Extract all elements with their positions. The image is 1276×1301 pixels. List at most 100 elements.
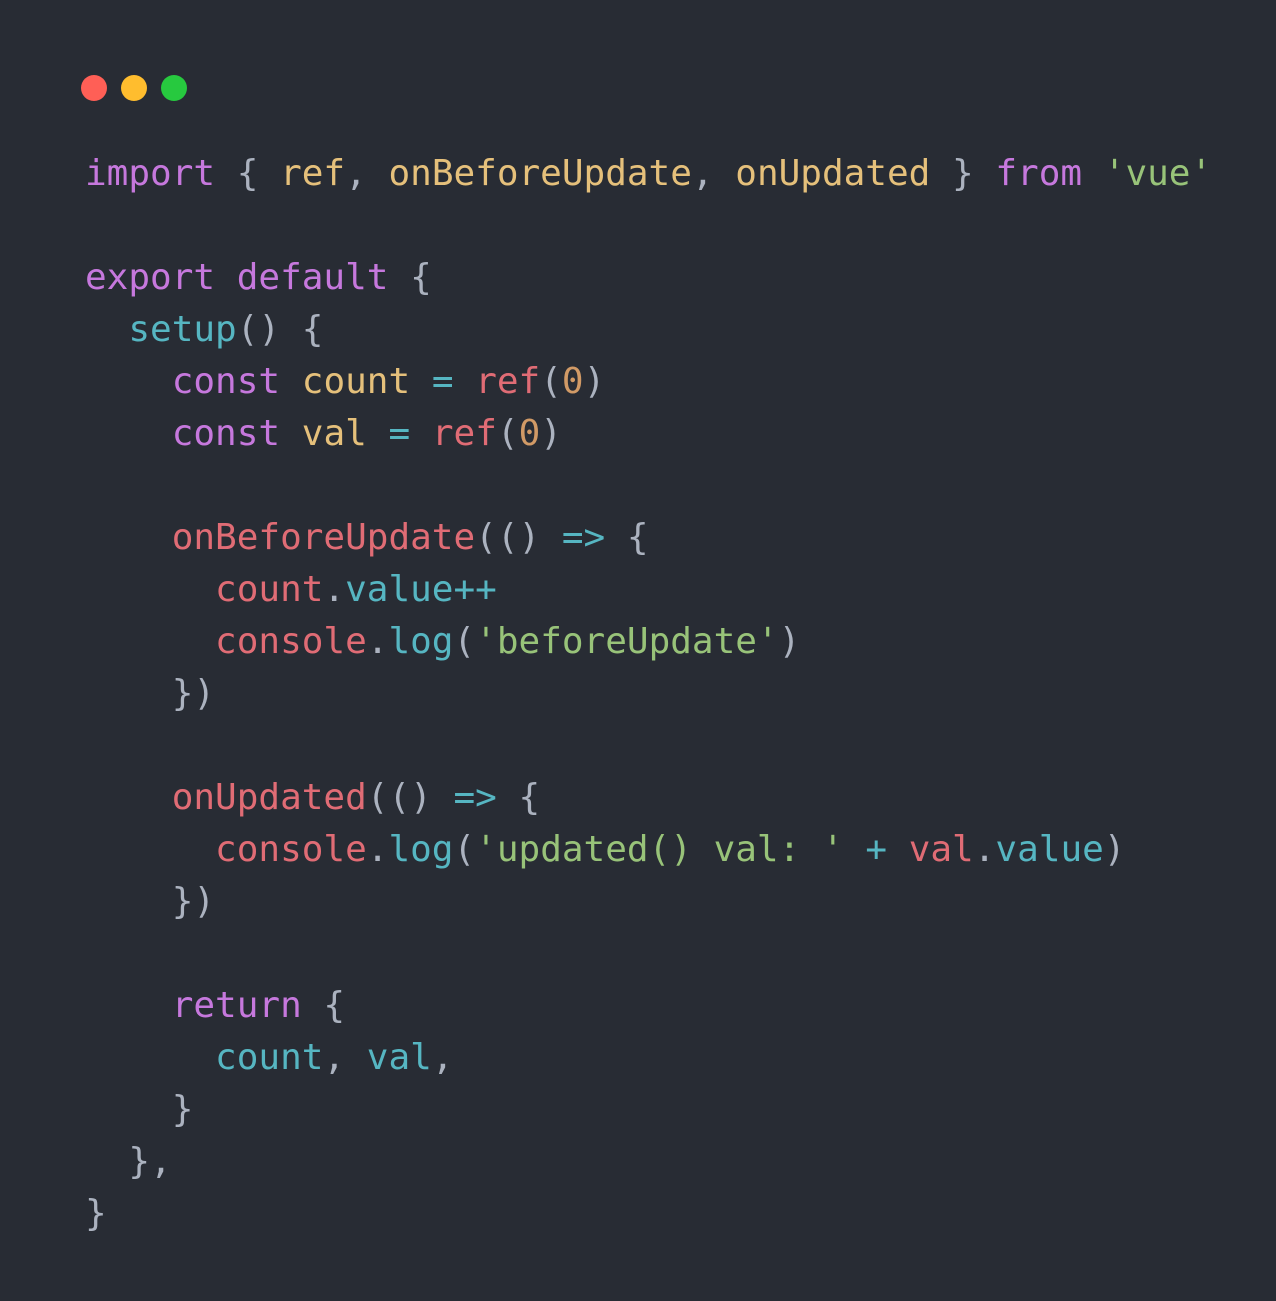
code-token-num: 0 — [561, 361, 584, 402]
code-token-keyword: export — [85, 257, 216, 298]
code-token-punct: () { — [236, 309, 324, 350]
code-token-punct: (() — [366, 777, 454, 818]
code-line: count.value++ — [85, 564, 1212, 616]
code-token-prop: value — [345, 569, 454, 610]
code-token-punct: ) — [1103, 829, 1126, 870]
code-token-punct: { — [388, 257, 432, 298]
code-token-string: 'vue' — [1103, 153, 1213, 194]
code-token-import: onBeforeUpdate — [388, 153, 692, 194]
code-token-punct: { — [496, 777, 541, 818]
code-line: return { — [85, 980, 1212, 1032]
code-token-var: onUpdated — [171, 777, 367, 818]
code-token-punct: ) — [540, 413, 562, 454]
code-token-decl: count — [301, 361, 411, 402]
code-token-decl: val — [301, 413, 367, 454]
code-token-punct: ( — [453, 829, 476, 870]
close-dot-icon[interactable] — [81, 75, 107, 101]
code-token-import: onUpdated — [735, 153, 931, 194]
code-token-punct: . — [366, 829, 389, 870]
code-token-var: console — [215, 621, 367, 662]
code-line: import { ref, onBeforeUpdate, onUpdated … — [85, 148, 1212, 200]
code-token-punct: (() — [475, 517, 562, 558]
code-token-string: 'updated() val: ' — [475, 829, 844, 870]
code-token-keyword: const — [171, 413, 281, 454]
code-token-func: log — [388, 621, 454, 662]
code-token-punct: { — [215, 153, 281, 194]
zoom-dot-icon[interactable] — [161, 75, 187, 101]
code-token-op: ++ — [453, 569, 497, 610]
window-controls — [81, 75, 187, 101]
code-token-prop: count — [215, 1037, 324, 1078]
code-line: onBeforeUpdate(() => { — [85, 512, 1212, 564]
code-token-punct: { — [301, 985, 346, 1026]
code-token-punct: , — [431, 1037, 454, 1078]
code-token-punct: }) — [171, 881, 216, 922]
code-token-punct: ( — [453, 621, 476, 662]
code-token-punct: . — [323, 569, 346, 610]
code-token-op: + — [865, 829, 888, 870]
code-token-keyword: default — [236, 257, 389, 298]
code-token-op: => — [561, 517, 606, 558]
code-token-var: val — [908, 829, 974, 870]
code-token-punct: }) — [171, 673, 216, 714]
code-token-func: log — [388, 829, 454, 870]
code-token-var: count — [215, 569, 324, 610]
code-line: }) — [85, 668, 1212, 720]
code-token-keyword: return — [171, 985, 302, 1026]
code-token-prop: value — [995, 829, 1104, 870]
code-token-op: = — [388, 413, 411, 454]
code-block: import { ref, onBeforeUpdate, onUpdated … — [85, 148, 1212, 1240]
code-token-punct: }, — [128, 1141, 172, 1182]
code-line: const val = ref(0) — [85, 408, 1212, 460]
code-token-op: = — [431, 361, 454, 402]
code-line: export default { — [85, 252, 1212, 304]
code-token-punct: { — [605, 517, 649, 558]
code-token-punct: ) — [778, 621, 801, 662]
code-token-punct: , — [691, 153, 736, 194]
code-token-var: onBeforeUpdate — [171, 517, 476, 558]
minimize-dot-icon[interactable] — [121, 75, 147, 101]
code-token-func: setup — [128, 309, 237, 350]
code-token-op: => — [453, 777, 497, 818]
code-token-import: ref — [280, 153, 346, 194]
code-window: import { ref, onBeforeUpdate, onUpdated … — [0, 0, 1276, 1301]
code-line: onUpdated(() => { — [85, 772, 1212, 824]
code-token-punct: , — [323, 1037, 367, 1078]
code-token-keyword: const — [171, 361, 281, 402]
code-line: }) — [85, 876, 1212, 928]
code-line: } — [85, 1188, 1212, 1240]
code-token-prop: val — [366, 1037, 432, 1078]
code-token-num: 0 — [518, 413, 541, 454]
code-line: console.log('updated() val: ' + val.valu… — [85, 824, 1212, 876]
code-line: count, val, — [85, 1032, 1212, 1084]
code-line: } — [85, 1084, 1212, 1136]
code-token-var: console — [215, 829, 367, 870]
code-line: setup() { — [85, 304, 1212, 356]
code-token-string: 'beforeUpdate' — [475, 621, 779, 662]
code-token-punct: ( — [496, 413, 519, 454]
code-token-punct: } — [930, 153, 996, 194]
